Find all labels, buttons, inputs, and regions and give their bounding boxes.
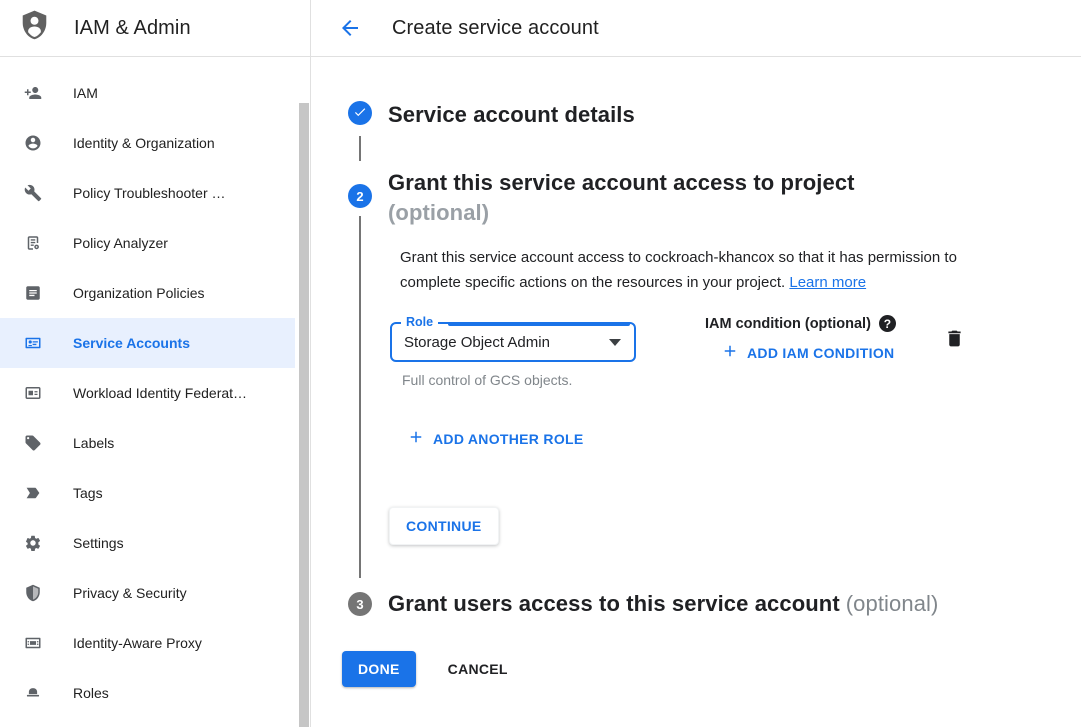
sidebar-item-label: Identity-Aware Proxy bbox=[73, 635, 202, 651]
sidebar-item-organization-policies[interactable]: Organization Policies bbox=[0, 268, 295, 318]
stepper-connector bbox=[359, 216, 361, 578]
plus-icon bbox=[721, 342, 747, 363]
cancel-button[interactable]: CANCEL bbox=[448, 661, 508, 677]
step-3-grant-users-access: 3 Grant users access to this service acc… bbox=[348, 590, 1051, 617]
label-tag-icon bbox=[24, 434, 42, 452]
trash-icon bbox=[944, 336, 965, 353]
done-button[interactable]: DONE bbox=[342, 651, 416, 687]
iam-condition-block: IAM condition (optional) ? ADD IAM CONDI… bbox=[705, 315, 896, 388]
sidebar-item-policy-analyzer[interactable]: Policy Analyzer bbox=[0, 218, 295, 268]
product-title: IAM & Admin bbox=[74, 17, 191, 40]
iam-condition-label: IAM condition (optional) bbox=[705, 316, 871, 332]
sidebar-item-label: Policy Troubleshooter … bbox=[73, 185, 226, 201]
sidebar-item-label: Settings bbox=[73, 535, 124, 551]
tag-arrow-icon bbox=[24, 484, 42, 502]
sidebar-scrollbar[interactable] bbox=[299, 103, 309, 727]
proxy-icon bbox=[24, 634, 42, 652]
wrench-icon bbox=[24, 184, 42, 202]
role-helper-text: Full control of GCS objects. bbox=[402, 372, 636, 388]
sidebar-item-label: Tags bbox=[73, 485, 103, 501]
sidebar-item-label: IAM bbox=[73, 85, 98, 101]
add-another-role-button[interactable]: ADD ANOTHER ROLE bbox=[407, 428, 1051, 449]
back-arrow-icon[interactable] bbox=[338, 16, 362, 40]
step-3-number-badge: 3 bbox=[348, 592, 372, 616]
sidebar-item-roles[interactable]: Roles bbox=[0, 668, 295, 718]
step-2-description: Grant this service account access to coc… bbox=[400, 245, 980, 295]
step-1-title: Service account details bbox=[388, 101, 635, 128]
step-2-number-badge: 2 bbox=[348, 184, 372, 208]
role-field-label-line bbox=[448, 322, 630, 326]
id-card-icon bbox=[24, 384, 42, 402]
chevron-down-icon bbox=[609, 339, 621, 346]
document-lines-icon bbox=[24, 284, 42, 302]
roles-hat-icon bbox=[24, 684, 42, 702]
sidebar-item-iam[interactable]: IAM bbox=[0, 68, 295, 118]
gear-icon bbox=[24, 534, 42, 552]
check-icon bbox=[353, 105, 367, 122]
service-account-icon bbox=[24, 334, 42, 352]
sidebar-item-workload-identity-federation[interactable]: Workload Identity Federat… bbox=[0, 368, 295, 418]
sidebar-item-identity-organization[interactable]: Identity & Organization bbox=[0, 118, 295, 168]
sidebar-item-label: Roles bbox=[73, 685, 109, 701]
person-add-icon bbox=[24, 84, 42, 102]
sidebar-item-labels[interactable]: Labels bbox=[0, 418, 295, 468]
step-2-optional-label: (optional) bbox=[388, 198, 948, 228]
product-header: IAM & Admin bbox=[0, 0, 311, 57]
page-title: Create service account bbox=[392, 17, 599, 40]
role-field-label: Role bbox=[401, 315, 438, 329]
document-gear-icon bbox=[24, 234, 42, 252]
sidebar: IAM Identity & Organization Policy Troub… bbox=[0, 57, 311, 727]
sidebar-item-label: Service Accounts bbox=[73, 335, 190, 351]
step-1-complete-badge bbox=[348, 101, 372, 125]
step-2-title: Grant this service account access to pro… bbox=[388, 168, 948, 228]
page-header: Create service account bbox=[311, 0, 1081, 57]
add-iam-condition-button[interactable]: ADD IAM CONDITION bbox=[721, 342, 896, 363]
sidebar-item-label: Identity & Organization bbox=[73, 135, 215, 151]
delete-role-button[interactable] bbox=[944, 328, 965, 388]
plus-icon bbox=[407, 428, 433, 449]
stepper-connector bbox=[359, 136, 361, 161]
shield-person-icon bbox=[20, 8, 49, 49]
sidebar-item-tags[interactable]: Tags bbox=[0, 468, 295, 518]
sidebar-item-identity-aware-proxy[interactable]: Identity-Aware Proxy bbox=[0, 618, 295, 668]
app-window: IAM & Admin Create service account IAM I… bbox=[0, 0, 1081, 727]
step-3-optional-label: (optional) bbox=[846, 591, 939, 616]
role-dropdown[interactable]: Role Storage Object Admin bbox=[390, 322, 636, 362]
identity-person-icon bbox=[24, 134, 42, 152]
sidebar-item-label: Policy Analyzer bbox=[73, 235, 168, 251]
step-2-grant-access: 2 Grant this service account access to p… bbox=[348, 168, 1051, 582]
step-3-title: Grant users access to this service accou… bbox=[388, 590, 938, 617]
sidebar-item-privacy-security[interactable]: Privacy & Security bbox=[0, 568, 295, 618]
sidebar-item-label: Organization Policies bbox=[73, 285, 205, 301]
learn-more-link[interactable]: Learn more bbox=[789, 274, 866, 291]
sidebar-item-settings[interactable]: Settings bbox=[0, 518, 295, 568]
sidebar-item-label: Workload Identity Federat… bbox=[73, 385, 247, 401]
role-selected-value: Storage Object Admin bbox=[404, 334, 550, 351]
shield-half-icon bbox=[24, 584, 42, 602]
main-content: Service account details 2 Grant this ser… bbox=[311, 57, 1081, 727]
step-1-service-account-details: Service account details bbox=[348, 101, 1051, 128]
stepper-rail: 2 bbox=[348, 168, 372, 582]
sidebar-item-label: Labels bbox=[73, 435, 114, 451]
help-icon[interactable]: ? bbox=[879, 315, 896, 332]
continue-button[interactable]: CONTINUE bbox=[389, 507, 499, 545]
sidebar-item-policy-troubleshooter[interactable]: Policy Troubleshooter … bbox=[0, 168, 295, 218]
sidebar-item-label: Privacy & Security bbox=[73, 585, 187, 601]
sidebar-item-service-accounts[interactable]: Service Accounts bbox=[0, 318, 295, 368]
footer-actions: DONE CANCEL bbox=[342, 651, 1051, 687]
